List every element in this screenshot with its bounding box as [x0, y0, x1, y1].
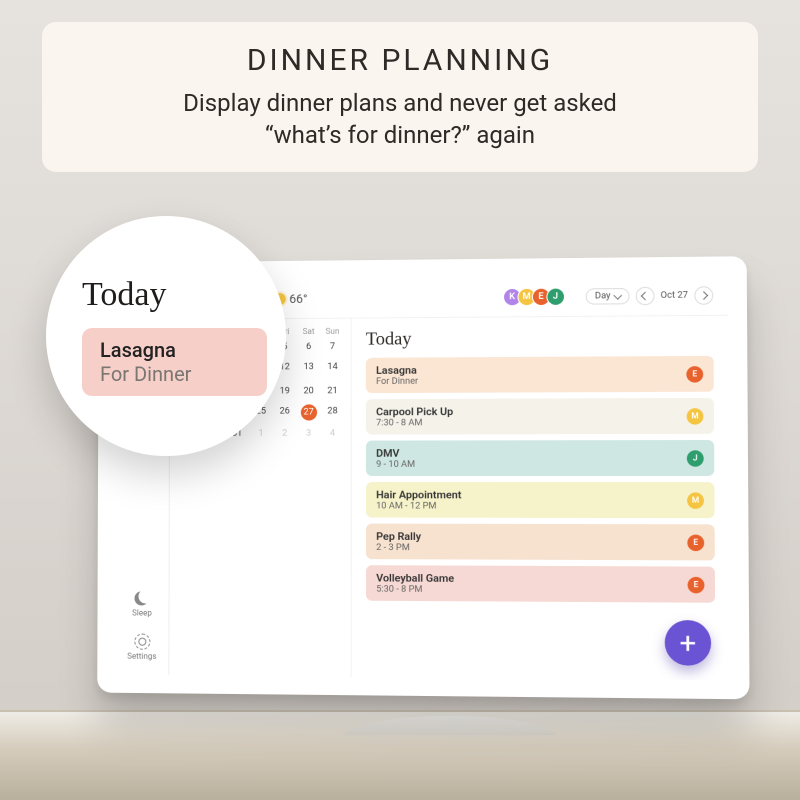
view-picker[interactable]: Day — [586, 287, 630, 304]
event-subtitle: For Dinner — [376, 375, 686, 387]
chevron-down-icon — [613, 291, 622, 300]
event-title: DMV — [376, 446, 687, 460]
calendar-day[interactable]: 14 — [321, 360, 345, 378]
agenda-event[interactable]: Carpool Pick Up7:30 - 8 AMM — [366, 398, 714, 435]
event-title: Pep Rally — [376, 530, 687, 544]
event-owner-badge: E — [686, 366, 703, 382]
banner-title: DINNER PLANNING — [247, 43, 553, 78]
event-list: LasagnaFor DinnerE Carpool Pick Up7:30 - … — [366, 356, 715, 603]
avatar[interactable]: J — [546, 287, 565, 305]
calendar-day[interactable]: 13 — [297, 360, 321, 378]
calendar-day[interactable]: 3 — [297, 427, 321, 441]
agenda-event[interactable]: Pep Rally2 - 3 PME — [366, 524, 715, 561]
add-event-button[interactable]: + — [665, 620, 712, 666]
agenda-event[interactable]: Volleyball Game5:30 - 8 PME — [366, 565, 715, 603]
agenda-event[interactable]: LasagnaFor DinnerE — [366, 356, 714, 393]
marketing-banner: DINNER PLANNING Display dinner plans and… — [42, 22, 758, 172]
view-label: Day — [595, 291, 611, 301]
event-subtitle: 7:30 - 8 AM — [376, 417, 687, 428]
event-owner-badge: E — [687, 534, 704, 551]
calendar-day[interactable]: 21 — [321, 384, 345, 398]
event-title: Carpool Pick Up — [376, 404, 687, 418]
chevron-left-icon — [640, 291, 649, 300]
calendar-day[interactable]: 4 — [321, 426, 345, 440]
gear-icon — [134, 634, 150, 650]
event-subtitle: 2 - 3 PM — [376, 543, 687, 554]
view-controls: Day Oct 27 — [586, 286, 714, 305]
event-owner-badge: M — [687, 408, 704, 424]
callout-event-title: Lasagna — [100, 338, 249, 362]
agenda-panel: Today LasagnaFor DinnerE Carpool Pick Up7… — [352, 316, 731, 681]
agenda-event[interactable]: Hair Appointment10 AM - 12 PMM — [366, 482, 715, 518]
banner-sub-line1: Display dinner plans and never get asked — [183, 89, 617, 117]
calendar-day[interactable]: 6 — [297, 340, 321, 354]
calendar-day-today[interactable]: 27 — [300, 404, 316, 420]
temperature: 66° — [289, 291, 307, 305]
dow-label: Sun — [321, 327, 345, 336]
event-owner-badge: J — [687, 450, 704, 466]
banner-subtitle: Display dinner plans and never get asked… — [183, 88, 617, 150]
chevron-right-icon — [699, 291, 708, 300]
zoom-callout: Today Lasagna For Dinner — [46, 216, 286, 456]
sidebar-item-sleep[interactable]: Sleep — [132, 590, 152, 617]
sidebar-item-label: Sleep — [132, 608, 152, 617]
callout-event-chip: Lasagna For Dinner — [82, 328, 267, 396]
sidebar-item-settings[interactable]: Settings — [127, 634, 156, 661]
calendar-day[interactable]: 20 — [297, 384, 321, 398]
banner-sub-line2: “what’s for dinner?” again — [183, 120, 617, 151]
sidebar-item-label: Settings — [127, 652, 156, 661]
event-subtitle: 9 - 10 AM — [376, 460, 687, 470]
agenda-heading: Today — [366, 326, 714, 350]
calendar-day[interactable]: 7 — [321, 340, 345, 354]
event-title: Hair Appointment — [376, 488, 687, 502]
plus-icon: + — [679, 626, 696, 660]
calendar-day[interactable]: 19 — [273, 384, 297, 398]
event-owner-badge: M — [687, 492, 704, 508]
moon-icon — [134, 590, 150, 606]
agenda-event[interactable]: DMV9 - 10 AMJ — [366, 440, 714, 476]
family-avatars[interactable]: KMEJ — [507, 287, 565, 306]
calendar-day[interactable]: 2 — [273, 427, 297, 441]
next-day-button[interactable] — [694, 286, 713, 305]
event-subtitle: 5:30 - 8 PM — [376, 585, 687, 597]
dow-label: Sat — [297, 327, 321, 336]
calendar-day[interactable]: 26 — [273, 404, 297, 420]
callout-event-sub: For Dinner — [100, 362, 249, 386]
prev-day-button[interactable] — [635, 286, 654, 305]
current-date[interactable]: Oct 27 — [661, 290, 688, 300]
callout-heading: Today — [82, 276, 286, 314]
calendar-day[interactable]: 1 — [249, 427, 273, 441]
calendar-day[interactable]: 28 — [321, 404, 345, 420]
event-owner-badge: E — [688, 576, 705, 593]
event-subtitle: 10 AM - 12 PM — [376, 501, 687, 512]
event-title: Volleyball Game — [376, 571, 687, 586]
